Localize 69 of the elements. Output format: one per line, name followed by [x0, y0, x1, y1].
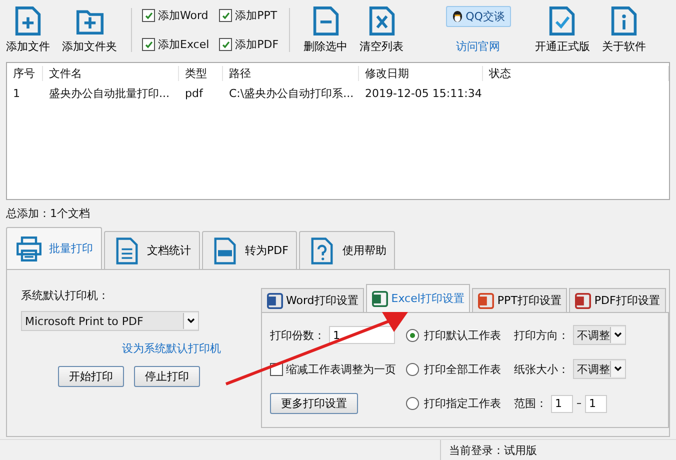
file-count: 总添加：1个文档 [6, 206, 91, 221]
check-mark-icon [144, 40, 154, 50]
checkbox[interactable]: 添加PDF [219, 37, 279, 52]
file-plus-icon [14, 6, 42, 36]
table-cell-text: 2019-12-05 15:11:34 [364, 86, 483, 100]
checkbox[interactable]: 缩减工作表调整为一页 [270, 362, 406, 376]
range-label: 范围： [514, 396, 547, 411]
tab[interactable]: Word打印设置 [261, 288, 364, 312]
checkbox[interactable]: 添加Word [142, 8, 210, 23]
print-button[interactable]: 停止打印 [134, 366, 200, 387]
toolbar-button[interactable]: 关于软件 [598, 6, 650, 54]
column-header[interactable]: 路径 [223, 66, 359, 80]
table-cell-text: pdf [184, 86, 204, 100]
range-end-field[interactable]: 1 [585, 394, 607, 412]
check-mark-icon [144, 10, 154, 20]
tab[interactable]: PPT打印设置 [472, 288, 568, 312]
tab[interactable]: 批量打印 [6, 227, 102, 269]
orientation-label: 打印方向： [514, 328, 569, 342]
qq-chat-button[interactable]: QQ交谈 [446, 6, 511, 27]
checkbox[interactable]: 添加PPT [219, 8, 279, 23]
caret-icon [614, 366, 622, 372]
column-header[interactable]: 文件名 [43, 66, 179, 80]
orientation-dropdown[interactable]: 不调整 [573, 325, 626, 345]
toolbar-button[interactable]: 添加文件 [2, 6, 54, 54]
website-link[interactable]: 访问官网 [456, 39, 500, 54]
set-default-link[interactable]: 设为系统默认打印机 [122, 341, 221, 356]
check-mark-icon [220, 10, 231, 20]
login-status: 当前登录：试用版 [449, 444, 537, 457]
table-cell-text: C:\盛央办公自动打印系... [228, 86, 355, 100]
paper-size-dropdown[interactable]: 不调整 [573, 359, 626, 379]
penguin-icon [452, 10, 463, 23]
tab[interactable]: Excel打印设置 [366, 284, 470, 312]
file-x-icon [368, 6, 396, 36]
more-settings-button[interactable]: 更多打印设置 [270, 393, 358, 414]
printer-label: 系统默认打印机： [21, 288, 110, 303]
pdf-app-icon [575, 292, 592, 308]
print-button[interactable]: 开始打印 [58, 366, 124, 387]
tab[interactable]: PDF打印设置 [569, 288, 666, 312]
tab[interactable]: 转为PDF [202, 231, 298, 269]
ppt-app-icon [478, 292, 494, 308]
checkbox[interactable]: 添加Excel [142, 37, 210, 52]
caret-icon [187, 318, 195, 324]
check-mark-icon [220, 40, 231, 50]
column-header[interactable]: 类型 [179, 66, 223, 80]
tab[interactable]: 文档统计 [104, 231, 200, 269]
printer-icon [15, 234, 43, 262]
file-minus-icon [312, 6, 340, 36]
toolbar-button[interactable]: 添加文件夹 [58, 6, 121, 54]
range-start-field[interactable]: 1 [551, 394, 573, 412]
toolbar-button[interactable]: 清空列表 [356, 6, 408, 54]
tab[interactable]: 使用帮助 [299, 231, 396, 269]
paper-size-label: 纸张大小： [514, 362, 569, 376]
radio-option[interactable]: 打印默认工作表 [406, 328, 514, 342]
column-header[interactable]: 序号 [7, 66, 43, 80]
column-header[interactable]: 修改日期 [359, 66, 483, 80]
table-cell-text: 盛央办公自动批量打印... [48, 86, 170, 100]
column-header[interactable]: 状态 [483, 66, 669, 80]
printer-dropdown[interactable]: Microsoft Print to PDF [21, 311, 199, 331]
radio-option[interactable]: 打印全部工作表 [406, 362, 514, 376]
copies-label: 打印份数： [270, 328, 325, 342]
excel-app-icon [372, 290, 388, 306]
table-cell-text: 1 [12, 86, 21, 100]
word-app-icon [267, 292, 283, 308]
info-icon [610, 6, 638, 36]
toolbar-button[interactable]: 删除选中 [300, 6, 352, 54]
toolbar-button[interactable]: 开通正式版 [530, 6, 594, 54]
file-check-icon [548, 6, 576, 36]
radio-option[interactable]: 打印指定工作表 [406, 396, 514, 411]
caret-icon [614, 332, 622, 338]
